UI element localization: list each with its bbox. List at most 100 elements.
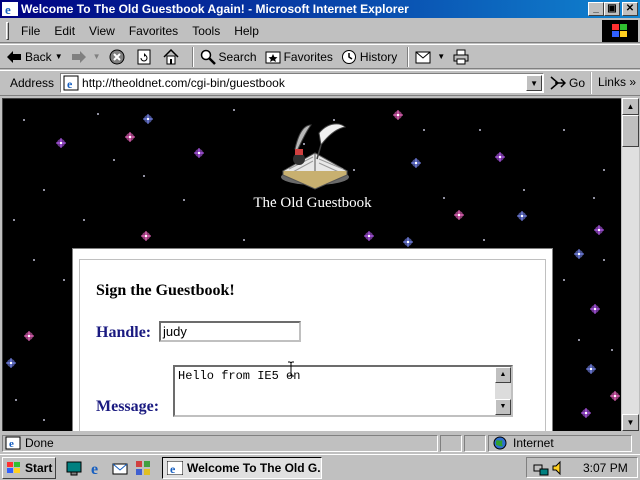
page-viewport[interactable]: The Old Guestbook Sign the Guestbook! Ha… bbox=[2, 98, 621, 431]
message-textarea[interactable]: Hello from IE5 on ▲ ▼ bbox=[173, 361, 513, 417]
task-label: Welcome To The Old G... bbox=[187, 460, 322, 475]
address-url: http://theoldnet.com/cgi-bin/guestbook bbox=[82, 76, 285, 90]
links-label: Links bbox=[597, 75, 626, 89]
menu-grip[interactable] bbox=[6, 21, 9, 40]
clock[interactable]: 3:07 PM bbox=[583, 461, 628, 475]
quick-launch-channels[interactable] bbox=[133, 458, 153, 478]
print-button[interactable] bbox=[453, 49, 472, 65]
history-label: History bbox=[359, 49, 398, 64]
print-icon bbox=[453, 49, 469, 65]
back-label: Back bbox=[25, 49, 52, 64]
go-button[interactable]: Go bbox=[550, 76, 585, 90]
refresh-button[interactable] bbox=[136, 49, 155, 65]
page-done-icon: e bbox=[5, 436, 21, 450]
history-icon bbox=[341, 49, 357, 65]
back-arrow-icon bbox=[6, 49, 22, 65]
home-icon bbox=[163, 48, 179, 65]
links-chevron-icon: » bbox=[629, 75, 636, 89]
quick-launch-ie[interactable]: e bbox=[87, 458, 107, 478]
channels-icon bbox=[136, 460, 150, 475]
menu-bar: File Edit View Favorites Tools Help bbox=[0, 19, 640, 43]
ie-icon: e bbox=[91, 461, 98, 476]
page-ie-icon: e bbox=[63, 75, 79, 91]
stop-icon bbox=[109, 49, 125, 65]
forward-arrow-icon bbox=[71, 49, 87, 65]
windows-flag-icon bbox=[612, 24, 627, 37]
quick-launch-desktop[interactable] bbox=[64, 458, 84, 478]
menu-view[interactable]: View bbox=[83, 24, 123, 38]
ie-logo-icon: e bbox=[2, 2, 18, 16]
status-cell-secure bbox=[464, 434, 486, 452]
guestbook-logo-icon bbox=[281, 123, 349, 190]
address-dropdown-button[interactable]: ▼ bbox=[526, 75, 543, 91]
form-panel-inner-border: Sign the Guestbook! Handle: judy Message… bbox=[79, 259, 546, 431]
favorites-folder-icon bbox=[265, 49, 281, 65]
status-bar: e Done Internet bbox=[0, 433, 640, 453]
text-cursor-icon bbox=[288, 361, 294, 377]
forward-dropdown-icon[interactable]: ▼ bbox=[93, 52, 101, 61]
search-button[interactable]: Search bbox=[200, 49, 257, 65]
form-heading: Sign the Guestbook! bbox=[96, 282, 235, 299]
maximize-button[interactable]: ▣ bbox=[604, 2, 620, 16]
toolbar-separator bbox=[191, 46, 194, 67]
address-input[interactable]: e http://theoldnet.com/cgi-bin/guestbook… bbox=[60, 73, 545, 93]
status-cell-progress bbox=[440, 434, 462, 452]
desktop-icon bbox=[66, 461, 82, 475]
menu-help[interactable]: Help bbox=[228, 24, 267, 38]
mail-button[interactable]: ▼ bbox=[415, 49, 445, 65]
home-button[interactable] bbox=[163, 48, 182, 65]
guestbook-form-panel: Sign the Guestbook! Handle: judy Message… bbox=[72, 248, 553, 431]
stop-button[interactable] bbox=[109, 49, 128, 65]
handle-label: Handle: bbox=[96, 324, 152, 341]
back-button[interactable]: Back ▼ bbox=[6, 49, 63, 65]
status-zone-label: Internet bbox=[513, 436, 554, 450]
quick-launch: e bbox=[64, 458, 156, 478]
system-tray: 3:07 PM bbox=[526, 457, 638, 478]
go-arrow-icon bbox=[550, 76, 567, 90]
task-ie-window[interactable]: e Welcome To The Old G... bbox=[162, 456, 322, 479]
standard-toolbar: Back ▼ ▼ Search Favorites History ▼ bbox=[0, 44, 640, 69]
menu-favorites[interactable]: Favorites bbox=[123, 24, 186, 38]
scroll-thumb[interactable] bbox=[622, 115, 639, 147]
message-scrollbar[interactable]: ▲ ▼ bbox=[495, 367, 511, 415]
menu-edit[interactable]: Edit bbox=[48, 24, 83, 38]
window-controls: _ ▣ ✕ bbox=[588, 2, 638, 16]
scroll-down-button[interactable]: ▼ bbox=[622, 414, 639, 431]
svg-text:e: e bbox=[67, 77, 73, 91]
back-dropdown-icon[interactable]: ▼ bbox=[55, 52, 63, 61]
svg-text:e: e bbox=[91, 461, 98, 476]
volume-tray-icon[interactable] bbox=[551, 460, 567, 476]
search-icon bbox=[200, 49, 216, 65]
handle-input[interactable]: judy bbox=[159, 321, 301, 342]
message-scroll-up-button[interactable]: ▲ bbox=[495, 367, 511, 383]
title-bar[interactable]: e Welcome To The Old Guestbook Again! - … bbox=[0, 0, 640, 18]
window-title: Welcome To The Old Guestbook Again! - Mi… bbox=[21, 2, 409, 16]
menu-file[interactable]: File bbox=[15, 24, 48, 38]
search-label: Search bbox=[218, 49, 257, 64]
network-tray-icon[interactable] bbox=[533, 460, 549, 476]
quick-launch-outlook[interactable] bbox=[110, 458, 130, 478]
site-title: The Old Guestbook bbox=[253, 195, 372, 211]
favorites-button[interactable]: Favorites bbox=[265, 49, 333, 65]
address-bar: Address e http://theoldnet.com/cgi-bin/g… bbox=[0, 70, 640, 96]
menu-tools[interactable]: Tools bbox=[186, 24, 228, 38]
mail-dropdown-icon[interactable]: ▼ bbox=[437, 52, 445, 61]
scroll-up-button[interactable]: ▲ bbox=[622, 98, 639, 115]
start-button[interactable]: Start bbox=[2, 456, 56, 479]
message-scroll-down-button[interactable]: ▼ bbox=[495, 399, 511, 415]
status-text: Done bbox=[25, 436, 54, 450]
close-button[interactable]: ✕ bbox=[622, 2, 638, 16]
forward-button[interactable]: ▼ bbox=[71, 49, 101, 65]
favorites-label: Favorites bbox=[283, 49, 333, 64]
address-label: Address bbox=[10, 76, 55, 90]
internet-globe-icon bbox=[493, 436, 507, 450]
svg-text:e: e bbox=[5, 2, 11, 16]
history-button[interactable]: History bbox=[341, 49, 397, 65]
svg-text:e: e bbox=[9, 438, 14, 450]
windows-start-icon bbox=[7, 461, 20, 473]
message-label: Message: bbox=[96, 398, 160, 415]
minimize-button[interactable]: _ bbox=[588, 2, 604, 16]
refresh-icon bbox=[136, 49, 152, 65]
links-toolbar[interactable]: Links » bbox=[589, 72, 640, 94]
page-vertical-scrollbar[interactable]: ▲ ▼ bbox=[622, 98, 639, 431]
